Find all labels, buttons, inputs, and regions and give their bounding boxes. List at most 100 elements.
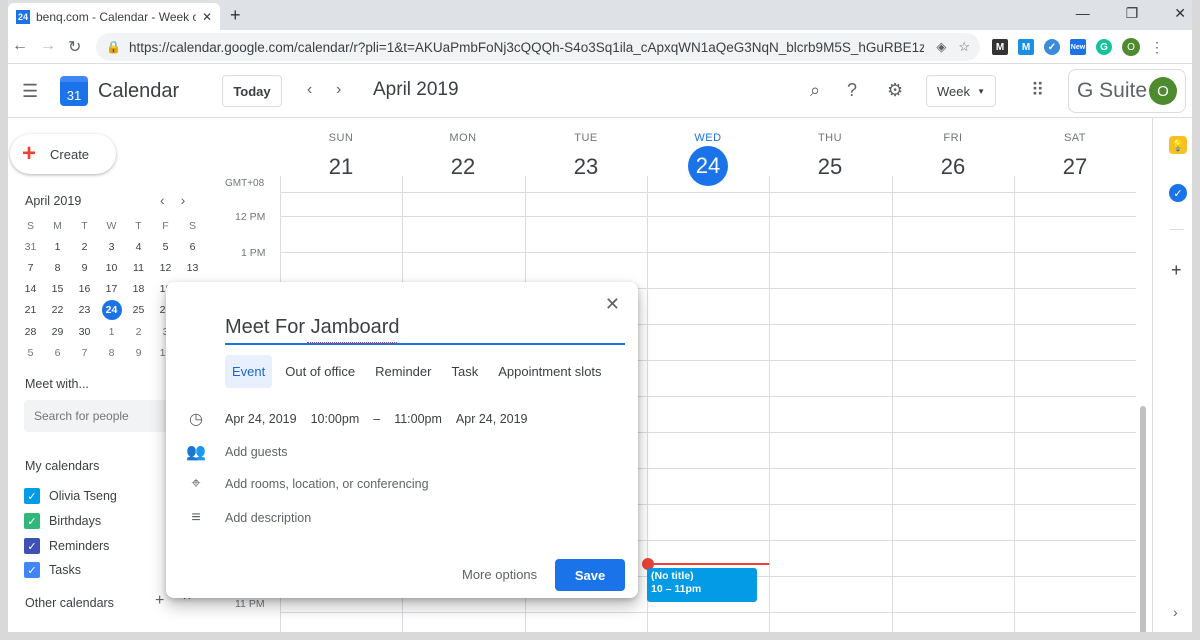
mini-day[interactable]: 21 — [17, 302, 44, 319]
mini-day[interactable]: 10 — [98, 260, 125, 277]
end-date[interactable]: Apr 24, 2019 — [456, 412, 528, 426]
settings-gear-icon[interactable]: ⚙ — [887, 80, 903, 101]
mini-day[interactable]: 2 — [125, 324, 152, 341]
mini-day[interactable]: 8 — [44, 260, 71, 277]
mini-day[interactable]: 12 — [152, 260, 179, 277]
day-date[interactable]: 21 — [280, 148, 402, 186]
mini-day[interactable]: 9 — [71, 260, 98, 277]
day-date-current[interactable]: 24 — [688, 146, 728, 186]
checkbox-checked-icon[interactable]: ✓ — [24, 538, 40, 554]
maximize-icon[interactable]: ❐ — [1126, 5, 1139, 22]
extension-diamond-icon[interactable]: ◈ — [936, 39, 946, 55]
mini-day[interactable]: 23 — [71, 302, 98, 319]
prev-week-icon[interactable]: ‹ — [307, 81, 312, 99]
menu-dots-icon[interactable]: ⋮ — [1150, 39, 1164, 56]
mini-day[interactable]: 1 — [44, 239, 71, 256]
more-options-button[interactable]: More options — [462, 567, 537, 582]
apps-grid-icon[interactable]: ⠿ — [1031, 80, 1044, 101]
ext-m-dark-icon[interactable]: M — [992, 39, 1008, 55]
day-header-thu[interactable]: THU 25 — [769, 132, 891, 186]
forward-icon[interactable]: → — [40, 37, 56, 55]
mini-day[interactable]: 25 — [125, 302, 152, 319]
mini-day[interactable]: 9 — [125, 345, 152, 362]
add-calendar-icon[interactable]: + — [155, 592, 164, 612]
tasks-icon[interactable]: ✓ — [1169, 184, 1187, 202]
close-dialog-icon[interactable]: ✕ — [605, 294, 620, 315]
create-button[interactable]: + Create — [10, 134, 116, 174]
description-row[interactable]: ≡ Add description — [186, 509, 311, 527]
keep-icon[interactable]: 💡 — [1169, 136, 1187, 154]
mini-day[interactable]: 28 — [17, 324, 44, 341]
mini-day[interactable]: 22 — [44, 302, 71, 319]
calendar-item-reminders[interactable]: ✓ Reminders — [24, 538, 109, 554]
save-button[interactable]: Save — [555, 559, 625, 591]
mini-day[interactable]: 14 — [17, 281, 44, 298]
start-date[interactable]: Apr 24, 2019 — [225, 412, 297, 426]
add-addon-icon[interactable]: + — [1171, 260, 1182, 281]
tab-appointment-slots[interactable]: Appointment slots — [491, 355, 608, 388]
new-tab-icon[interactable]: + — [230, 5, 241, 26]
tab-task[interactable]: Task — [444, 355, 485, 388]
mini-day[interactable]: 4 — [125, 239, 152, 256]
ext-new-icon[interactable]: New — [1070, 39, 1086, 55]
account-avatar[interactable]: O — [1149, 77, 1177, 105]
close-window-icon[interactable]: ✕ — [1174, 5, 1186, 22]
mini-day[interactable]: 29 — [44, 324, 71, 341]
event-chip[interactable]: (No title) 10 – 11pm — [647, 568, 757, 602]
mini-day[interactable]: 30 — [71, 324, 98, 341]
mini-next-icon[interactable]: › — [181, 192, 186, 208]
grid-scrollbar[interactable] — [1140, 406, 1146, 634]
search-icon[interactable]: ⌕ — [810, 80, 820, 101]
mini-day[interactable]: 8 — [98, 345, 125, 362]
location-row[interactable]: ⌖ Add rooms, location, or conferencing — [186, 475, 428, 493]
view-selector[interactable]: Week ▼ — [926, 75, 996, 107]
calendar-item-tasks[interactable]: ✓ Tasks — [24, 562, 81, 578]
checkbox-checked-icon[interactable]: ✓ — [24, 488, 40, 504]
checkbox-checked-icon[interactable]: ✓ — [24, 513, 40, 529]
day-header-wed[interactable]: WED 24 — [647, 132, 769, 186]
calendar-item-birthdays[interactable]: ✓ Birthdays — [24, 513, 101, 529]
event-title-input[interactable] — [225, 316, 625, 345]
day-date[interactable]: 26 — [892, 148, 1014, 186]
day-date[interactable]: 22 — [402, 148, 524, 186]
checkbox-checked-icon[interactable]: ✓ — [24, 562, 40, 578]
day-header-mon[interactable]: MON 22 — [402, 132, 524, 186]
day-date[interactable]: 23 — [525, 148, 647, 186]
end-time[interactable]: 11:00pm — [394, 412, 442, 426]
bookmark-star-icon[interactable]: ☆ — [958, 39, 970, 55]
day-header-sun[interactable]: SUN 21 — [280, 132, 402, 186]
minimize-icon[interactable]: — — [1076, 5, 1090, 22]
day-date[interactable]: 25 — [769, 148, 891, 186]
gsuite-account[interactable]: G Suite O — [1068, 69, 1186, 113]
expand-panel-icon[interactable]: › — [1173, 604, 1178, 620]
close-tab-icon[interactable]: ✕ — [202, 10, 212, 24]
today-button[interactable]: Today — [222, 75, 282, 107]
mini-day[interactable]: 18 — [125, 281, 152, 298]
mini-day-today[interactable]: 24 — [101, 300, 122, 320]
mini-day[interactable]: 13 — [179, 260, 206, 277]
url-field[interactable]: 🔒 https://calendar.google.com/calendar/r… — [96, 33, 980, 61]
start-time[interactable]: 10:00pm — [311, 412, 360, 426]
ext-check-icon[interactable]: ✓ — [1044, 39, 1060, 55]
mini-day[interactable]: 2 — [71, 239, 98, 256]
mini-day[interactable]: 6 — [44, 345, 71, 362]
profile-avatar[interactable]: O — [1122, 38, 1140, 56]
mini-day[interactable]: 16 — [71, 281, 98, 298]
reload-icon[interactable]: ↻ — [68, 37, 81, 57]
day-header-fri[interactable]: FRI 26 — [892, 132, 1014, 186]
tab-event[interactable]: Event — [225, 355, 273, 388]
mini-day[interactable]: 5 — [17, 345, 44, 362]
mini-day[interactable]: 5 — [152, 239, 179, 256]
day-date[interactable]: 27 — [1014, 148, 1136, 186]
day-header-tue[interactable]: TUE 23 — [525, 132, 647, 186]
mini-day[interactable]: 11 — [125, 260, 152, 277]
hamburger-menu-icon[interactable]: ☰ — [22, 81, 38, 102]
mini-day[interactable]: 6 — [179, 239, 206, 256]
mini-day[interactable]: 31 — [17, 239, 44, 256]
mini-day[interactable]: 1 — [98, 324, 125, 341]
back-icon[interactable]: ← — [12, 37, 28, 55]
mini-day[interactable]: 3 — [98, 239, 125, 256]
grammarly-icon[interactable]: G — [1096, 39, 1112, 55]
mini-prev-icon[interactable]: ‹ — [160, 192, 165, 208]
guests-row[interactable]: 👥 Add guests — [186, 442, 288, 462]
